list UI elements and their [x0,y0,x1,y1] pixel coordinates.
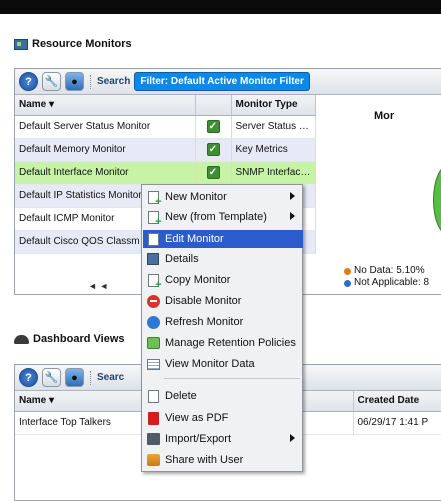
menu-item-refresh-monitor[interactable]: Refresh Monitor [143,313,303,331]
delete-icon [147,389,159,403]
details-icon [147,253,159,265]
menu-item-delete[interactable]: Delete [143,387,303,405]
submenu-arrow-icon [290,212,295,220]
monitor-type: Server Status Moni... [231,115,316,139]
grid-icon [146,358,160,370]
copy-icon [147,273,162,291]
monitor-name: Default Server Status Monitor [15,115,196,139]
menu-item-share-with-user[interactable]: Share with User [143,451,303,469]
monitor-type: Key Metrics [231,138,316,162]
menu-item-new-from-template[interactable]: New (from Template) [143,208,303,228]
resource-monitors-title: Resource Monitors [32,38,132,50]
search-button[interactable]: Search [97,76,130,87]
menu-item-details[interactable]: Details [143,250,303,268]
help-icon[interactable]: ? [19,368,38,387]
search-button[interactable]: Searc [97,372,124,383]
top-bar [0,0,441,14]
column-header-monitor-type[interactable]: Monitor Type [231,95,316,116]
disable-icon [146,294,160,308]
dashboard-views-heading: Dashboard Views [14,333,125,345]
toolbar-separator [90,370,91,385]
monitor-icon [14,38,28,50]
people-icon[interactable]: ● [65,72,84,91]
retention-icon [146,337,160,349]
enabled-check-icon[interactable]: ✓ [206,166,220,179]
legend-item: Not Applicable: 8 [344,277,429,289]
dashboard-icon [14,334,29,344]
submenu-arrow-icon [290,434,295,442]
wrench-icon[interactable]: 🔧 [42,72,61,91]
enabled-check-icon[interactable]: ✓ [206,120,220,133]
filter-button[interactable]: Filter: Default Active Monitor Filter [134,72,310,91]
monitor-type: SNMP Interfaces [231,161,316,185]
menu-item-view-monitor-data[interactable]: View Monitor Data [143,355,303,373]
chart-title: Mor [374,110,395,122]
edit-doc-icon [147,232,159,246]
disk-icon [146,433,160,445]
resource-monitors-toolbar: ? 🔧 ● Search Filter: Default Active Moni… [15,69,441,95]
menu-item-new-monitor[interactable]: New Monitor [143,188,303,208]
column-header-name[interactable]: Name ▾ [15,95,196,116]
pager-first-prev[interactable]: ◄ ◄ [88,281,108,291]
people-icon[interactable]: ● [65,368,84,387]
new-doc-icon [147,210,162,228]
menu-item-edit-monitor[interactable]: Edit Monitor [143,230,303,248]
toolbar-separator [90,74,91,89]
submenu-arrow-icon [290,192,295,200]
monitor-name: Default Memory Monitor [15,138,196,162]
resource-monitors-heading: Resource Monitors [14,38,132,50]
monitor-name: Default Interface Monitor [15,161,196,185]
wrench-icon[interactable]: 🔧 [42,368,61,387]
share-icon [146,454,160,466]
dashboard-created: 06/29/17 1:41 P [353,411,441,435]
pdf-icon [147,411,159,425]
menu-separator [164,378,300,379]
dashboard-views-title: Dashboard Views [33,333,125,345]
menu-item-disable-monitor[interactable]: Disable Monitor [143,292,303,310]
help-icon[interactable]: ? [19,72,38,91]
menu-item-import-export[interactable]: Import/Export [143,430,303,448]
table-row[interactable]: Default Server Status Monitor ✓ Server S… [15,115,316,139]
menu-item-view-as-pdf[interactable]: View as PDF [143,409,303,427]
menu-item-copy-monitor[interactable]: Copy Monitor [143,271,303,291]
refresh-icon [146,315,160,329]
column-header-created-date[interactable]: Created Date [353,391,441,412]
legend-item: No Data: 5.10% [344,265,429,277]
table-row[interactable]: Default Memory Monitor ✓ Key Metrics [15,138,316,162]
enabled-check-icon[interactable]: ✓ [206,143,220,156]
table-row-selected[interactable]: Default Interface Monitor ✓ SNMP Interfa… [15,161,316,185]
new-doc-icon [147,190,162,208]
context-menu: New Monitor New (from Template) Edit Mon… [141,184,303,472]
menu-item-manage-retention[interactable]: Manage Retention Policies [143,334,303,352]
chart-legend: No Data: 5.10% Not Applicable: 8 [344,265,429,289]
column-header-status[interactable] [195,95,232,116]
